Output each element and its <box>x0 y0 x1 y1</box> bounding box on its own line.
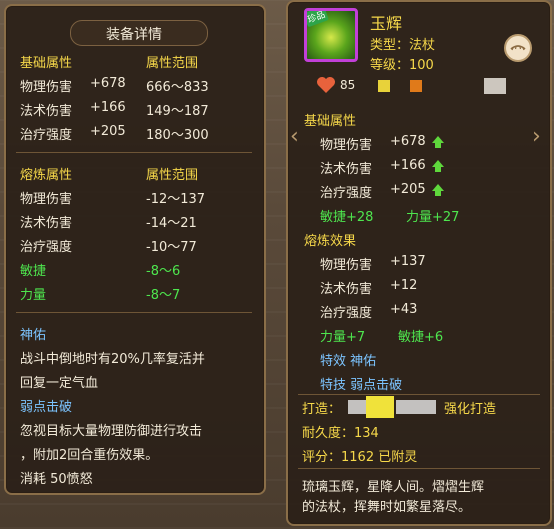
base-row-name: 法术伤害 <box>320 162 373 177</box>
masked-value <box>484 78 506 94</box>
masked-forger <box>366 396 394 418</box>
refine-row-range: -14～21 <box>146 216 197 231</box>
skill2-title: 弱点击破 <box>20 400 73 415</box>
skill2-desc: ，附加2回合重伤效果。 <box>20 448 159 463</box>
special-effect: 特效 神佑 <box>320 354 377 369</box>
refine-row-range: -10～77 <box>146 240 197 255</box>
refine-row-range: -12～137 <box>146 192 206 207</box>
upgrade-arrow-icon <box>432 136 444 148</box>
refine-bonus-stat: 力量+7 <box>320 330 366 345</box>
base-row-value: +166 <box>390 158 426 173</box>
forge-label: 打造： <box>302 402 342 417</box>
base-row-name: 物理伤害 <box>320 138 373 153</box>
range-header: 属性范围 <box>146 56 199 71</box>
upgrade-arrow-icon <box>432 184 444 196</box>
masked-forger <box>396 400 436 414</box>
special-skill: 特技 弱点击破 <box>320 378 403 393</box>
item-level: 等级：100 <box>370 58 434 73</box>
item-tooltip-panel: 珍品 玉辉 类型：法杖 等级：100 85 ‹ › 基础属性 物理伤害 +678… <box>286 0 552 526</box>
base-row-name: 物理伤害 <box>20 80 73 95</box>
hp-value: 85 <box>340 78 356 92</box>
base-attr-header: 基础属性 <box>20 56 73 71</box>
eye-icon <box>510 45 526 51</box>
skill2-desc: 忽视目标大量物理防御进行攻击 <box>20 424 203 439</box>
refine-effect-header: 熔炼效果 <box>304 234 357 249</box>
refine-row-range: -8～6 <box>146 264 181 279</box>
gem-slot-yellow <box>378 80 390 92</box>
refine-row-name: 物理伤害 <box>320 258 373 273</box>
base-row-value: +678 <box>390 134 426 149</box>
refine-row-name: 法术伤害 <box>20 216 73 231</box>
refine-attr-header: 熔炼属性 <box>20 168 73 183</box>
base-row-value: +166 <box>90 100 126 115</box>
flavor-text: 的法杖，挥舞时如繁星落尽。 <box>302 500 472 515</box>
bonus-stat: 敏捷+28 <box>320 210 374 225</box>
heart-icon <box>317 77 335 93</box>
base-row-value: +678 <box>90 76 126 91</box>
score: 评分：1162 已附灵 <box>302 450 418 465</box>
refine-bonus-stat: 敏捷+6 <box>398 330 444 345</box>
refine-row-name: 力量 <box>20 288 47 303</box>
refine-row-value: +43 <box>390 302 418 317</box>
flavor-text: 琉璃玉辉，星降人间。熠熠生辉 <box>302 480 485 495</box>
item-name: 玉辉 <box>370 14 403 33</box>
refine-row-name: 治疗强度 <box>320 306 373 321</box>
base-row-range: 149～187 <box>146 104 209 119</box>
upgrade-arrow-icon <box>432 160 444 172</box>
refine-row-name: 物理伤害 <box>20 192 73 207</box>
refine-row-name: 法术伤害 <box>320 282 373 297</box>
refine-row-name: 敏捷 <box>20 264 47 279</box>
section-divider <box>298 394 540 395</box>
refine-row-range: -8～7 <box>146 288 181 303</box>
base-row-name: 治疗强度 <box>320 186 373 201</box>
prev-arrow-icon[interactable]: ‹ <box>290 124 299 149</box>
bonus-stat: 力量+27 <box>406 210 460 225</box>
base-attr-header: 基础属性 <box>304 114 357 129</box>
forge-type: 强化打造 <box>444 402 497 417</box>
section-divider <box>16 152 252 153</box>
skill2-cost: 消耗 50愤怒 <box>20 472 93 487</box>
panel-title: 装备详情 <box>106 27 162 43</box>
eye-toggle-button[interactable] <box>504 34 532 62</box>
base-row-value: +205 <box>390 182 426 197</box>
skill1-desc: 回复一定气血 <box>20 376 99 391</box>
item-icon: 珍品 <box>304 8 358 62</box>
gem-slot-orange <box>410 80 422 92</box>
base-row-name: 治疗强度 <box>20 128 73 143</box>
base-row-range: 180～300 <box>146 128 209 143</box>
next-arrow-icon[interactable]: › <box>532 124 541 149</box>
base-row-range: 666～833 <box>146 80 209 95</box>
section-divider <box>16 312 252 313</box>
durability: 耐久度：134 <box>302 426 379 441</box>
refine-range-header: 属性范围 <box>146 168 199 183</box>
refine-row-value: +137 <box>390 254 426 269</box>
refine-row-value: +12 <box>390 278 418 293</box>
base-row-value: +205 <box>90 124 126 139</box>
base-row-name: 法术伤害 <box>20 104 73 119</box>
equipment-detail-panel: 装备详情 基础属性 属性范围 物理伤害 +678 666～833 法术伤害 +1… <box>4 4 266 495</box>
skill1-title: 神佑 <box>20 328 47 343</box>
rarity-badge: 珍品 <box>307 11 329 28</box>
section-divider <box>298 468 540 469</box>
skill1-desc: 战斗中倒地时有20%几率复活并 <box>20 352 205 367</box>
refine-row-name: 治疗强度 <box>20 240 73 255</box>
item-type: 类型：法杖 <box>370 38 436 53</box>
